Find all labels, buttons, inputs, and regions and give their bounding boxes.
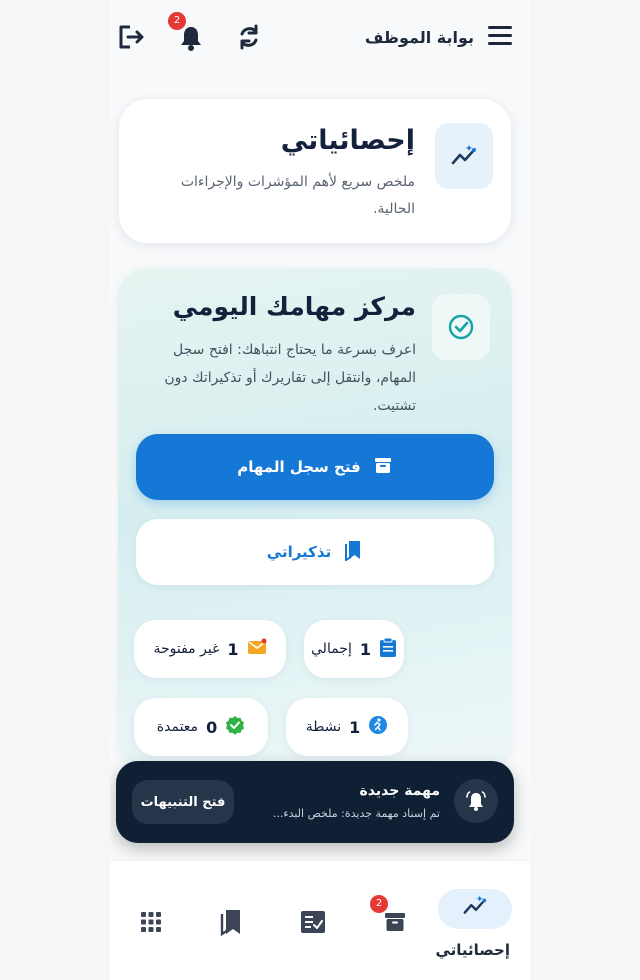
clipboard-icon [379, 637, 397, 661]
check-circle-icon [432, 294, 490, 360]
archive-badge: 2 [370, 895, 388, 913]
chip-active-label: نشطة [305, 719, 342, 735]
bookmarks-icon [219, 908, 243, 940]
bell-ring-icon [454, 779, 498, 823]
nav-apps[interactable] [136, 909, 166, 939]
reminders-label: تذكيراتي [266, 543, 332, 561]
logout-icon[interactable] [116, 22, 146, 52]
stats-icon [435, 123, 493, 189]
chip-unopened[interactable]: 1 غير مفتوحة [134, 620, 286, 678]
app-title: بوابة الموظف [364, 28, 474, 47]
envelope-icon [247, 638, 267, 660]
chip-total[interactable]: 1 إجمالي [304, 620, 404, 678]
bell-icon[interactable]: 2 [168, 12, 206, 52]
tasks-card: مركز مهامك اليومي اعرف بسرعة ما يحتاج ان… [118, 268, 512, 768]
menu-icon[interactable] [488, 26, 512, 48]
checklist-icon [300, 910, 326, 938]
nav-checklist[interactable] [298, 909, 328, 939]
chip-unopened-label: غير مفتوحة [153, 641, 220, 657]
chip-approved[interactable]: 0 معتمدة [134, 698, 268, 756]
toast-title: مهمة جديدة [359, 783, 440, 799]
open-notifications-button[interactable]: فتح التنبيهات [132, 780, 234, 824]
chip-approved-value: 0 [206, 717, 218, 737]
running-icon [368, 715, 388, 739]
open-tasks-label: فتح سجل المهام [237, 458, 361, 476]
stats-card: إحصائياتي ملخص سريع لأهم المؤشرات والإجر… [118, 98, 512, 244]
reminders-button[interactable]: تذكيراتي [136, 519, 494, 585]
nav-stats[interactable] [438, 889, 512, 929]
chip-total-label: إجمالي [311, 641, 352, 657]
apps-grid-icon [140, 911, 162, 937]
verified-icon [225, 715, 245, 739]
notification-badge: 2 [168, 12, 186, 30]
tasks-title: مركز مهامك اليومي [172, 292, 416, 321]
app-screen: بوابة الموظف 2 إحصائياتي ملخص سريع لأهم … [110, 0, 530, 980]
nav-archive[interactable]: 2 [370, 895, 410, 939]
nav-stats-label: إحصائياتي [435, 941, 510, 959]
nav-bookmarks[interactable] [216, 909, 246, 939]
chip-total-value: 1 [359, 639, 371, 659]
bookmarks-icon [343, 539, 363, 565]
top-bar: بوابة الموظف 2 [110, 0, 530, 80]
notification-toast: مهمة جديدة تم إسناد مهمة جديدة: ملخص الب… [116, 761, 514, 843]
bottom-nav: إحصائياتي 2 [110, 860, 530, 980]
stats-icon [461, 894, 489, 924]
chip-active-value: 1 [349, 717, 361, 737]
stats-title: إحصائياتي [280, 125, 415, 156]
chip-approved-label: معتمدة [156, 719, 199, 735]
toast-message: تم إسناد مهمة جديدة: ملخص البدء... [272, 807, 440, 820]
chip-unopened-value: 1 [227, 639, 239, 659]
stats-description: ملخص سريع لأهم المؤشرات والإجراءات الحال… [180, 174, 415, 217]
archive-icon [383, 910, 407, 938]
tasks-description: اعرف بسرعة ما يحتاج انتباهك: افتح سجل ال… [164, 342, 416, 414]
chip-active[interactable]: 1 نشطة [286, 698, 408, 756]
refresh-icon[interactable] [234, 22, 264, 52]
open-tasks-button[interactable]: فتح سجل المهام [136, 434, 494, 500]
archive-icon [373, 455, 393, 479]
